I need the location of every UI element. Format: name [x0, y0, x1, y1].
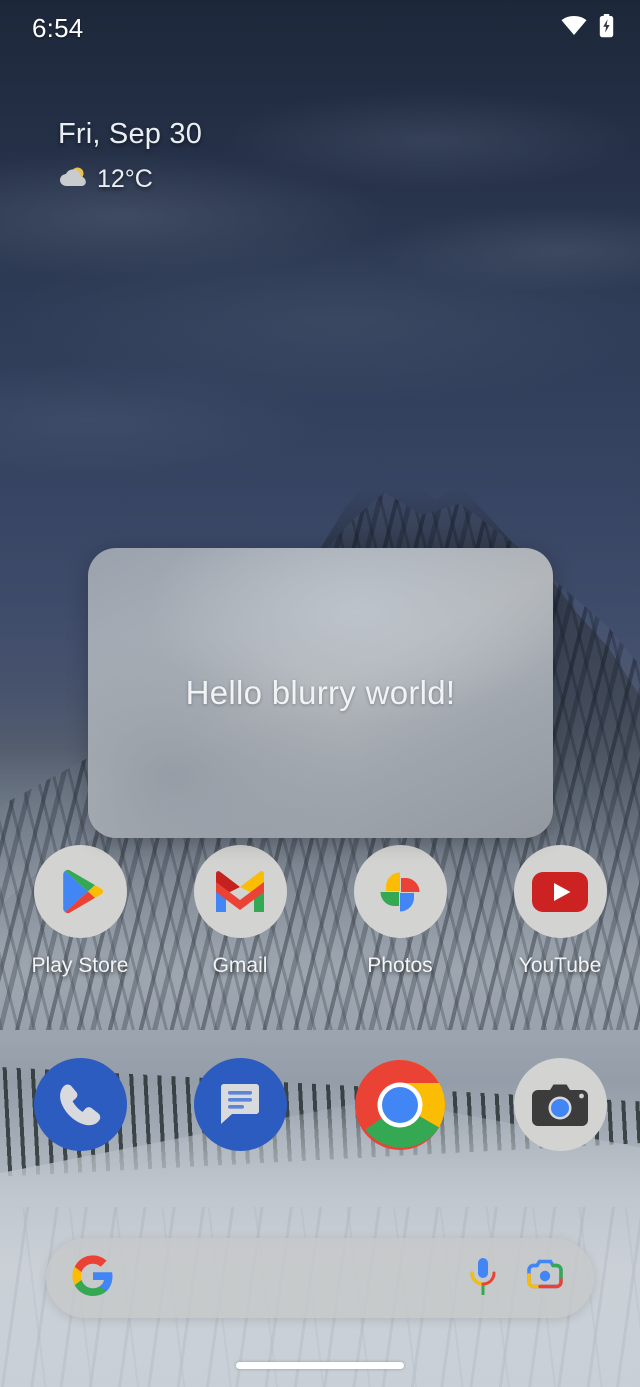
status-bar-icons — [561, 13, 614, 43]
widget-temperature-text[interactable]: 12°C — [97, 165, 153, 194]
messages-icon[interactable] — [193, 1058, 287, 1151]
youtube-icon[interactable] — [513, 845, 607, 938]
widget-date-text[interactable]: Fri, Sep 30 — [58, 118, 202, 151]
widget-weather-row[interactable]: 12°C — [58, 165, 202, 194]
app-grid: Play Store Gmail Photos YouTube — [0, 845, 640, 978]
search-actions — [468, 1257, 564, 1300]
app-label-youtube: YouTube — [518, 954, 602, 977]
app-label-play-store: Play Store — [31, 954, 129, 977]
camera-icon[interactable] — [513, 1058, 607, 1151]
dock — [0, 1058, 640, 1151]
dock-item-phone[interactable] — [0, 1058, 160, 1151]
dock-item-camera[interactable] — [480, 1058, 640, 1151]
app-icon-play-store[interactable]: Play Store — [0, 845, 160, 978]
google-g-icon — [72, 1254, 114, 1302]
phone-icon[interactable] — [33, 1058, 127, 1151]
app-icon-gmail[interactable]: Gmail — [160, 845, 320, 978]
app-label-gmail: Gmail — [212, 954, 268, 977]
wifi-icon — [561, 15, 587, 41]
play-store-icon[interactable] — [33, 845, 127, 938]
battery-charging-icon — [599, 13, 614, 43]
dock-item-chrome[interactable] — [320, 1058, 480, 1151]
app-label-photos: Photos — [367, 954, 433, 977]
google-lens-icon[interactable] — [526, 1259, 564, 1298]
voice-search-icon[interactable] — [468, 1257, 498, 1300]
date-weather-widget[interactable]: Fri, Sep 30 12°C — [58, 118, 202, 194]
search-input[interactable] — [114, 1238, 468, 1318]
android-home-screen: 6:54 Fri, Sep 30 12°C Hello blurry world… — [0, 0, 640, 1387]
gmail-icon[interactable] — [193, 845, 287, 938]
google-photos-icon[interactable] — [353, 845, 447, 938]
app-icon-photos[interactable]: Photos — [320, 845, 480, 978]
app-icon-youtube[interactable]: YouTube — [480, 845, 640, 978]
blur-panel-text: Hello blurry world! — [185, 674, 456, 711]
chrome-icon[interactable] — [354, 1058, 447, 1151]
home-gesture-bar[interactable] — [236, 1362, 404, 1369]
blur-panel[interactable]: Hello blurry world! — [88, 548, 553, 838]
google-search-bar[interactable] — [46, 1238, 594, 1318]
status-bar-clock: 6:54 — [32, 12, 84, 43]
partly-cloudy-icon — [58, 165, 88, 194]
dock-item-messages[interactable] — [160, 1058, 320, 1151]
status-bar: 6:54 — [0, 0, 640, 56]
